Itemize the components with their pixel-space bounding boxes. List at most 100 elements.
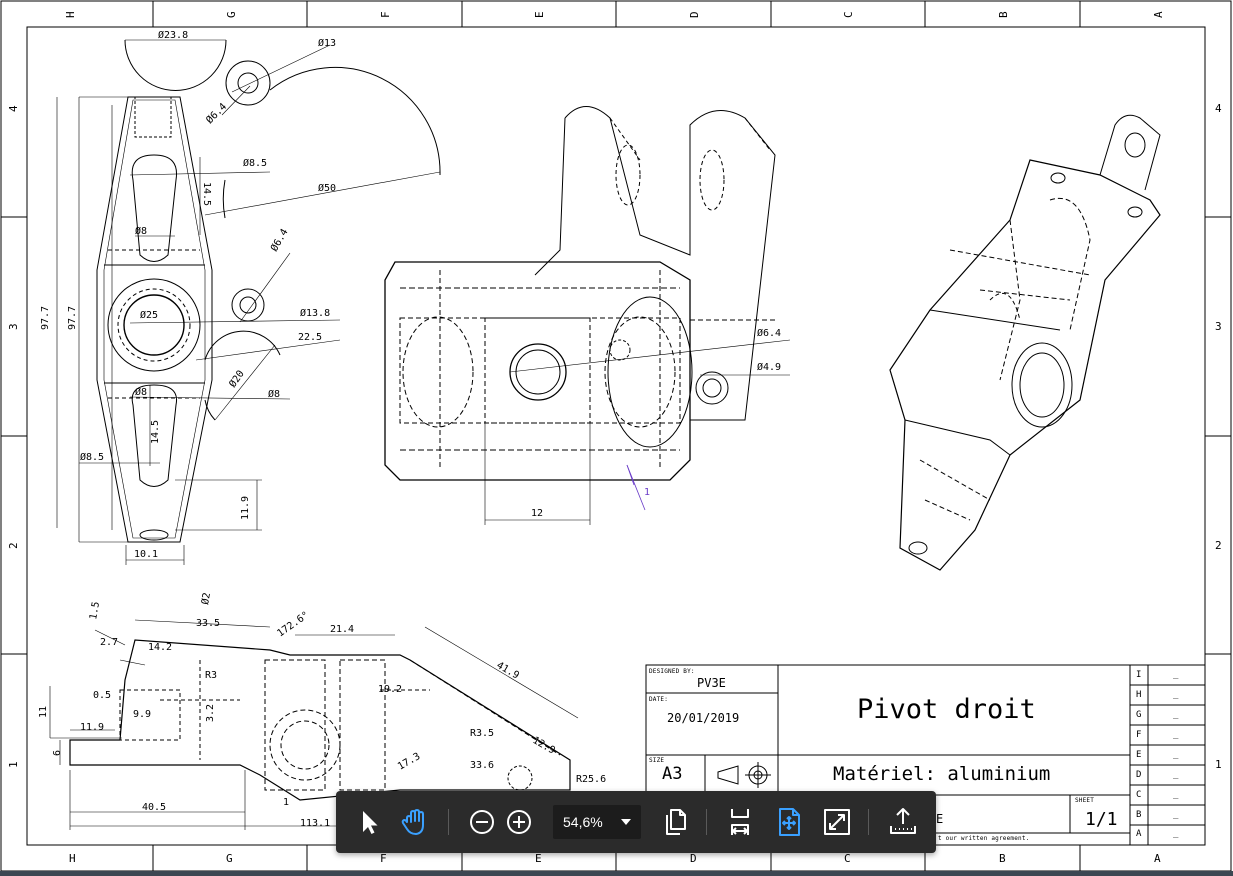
dim-d8-b: Ø8 [268, 388, 280, 400]
material-label: Matériel: aluminium [833, 763, 1051, 785]
zoom-level-dropdown[interactable]: 54,6% [553, 805, 641, 839]
share-button[interactable] [886, 805, 920, 839]
rev-letter-b: B [1136, 810, 1142, 820]
row-right-2: 2 [1215, 539, 1222, 552]
rev-letter-c: C [1136, 790, 1142, 800]
part-name-partial: E [936, 812, 944, 826]
col-bottom-h: H [69, 852, 76, 865]
top-view [56, 39, 441, 565]
rev-letter-f: F [1136, 730, 1142, 740]
col-bottom-f: F [380, 852, 387, 865]
row-left-3: 3 [7, 323, 20, 330]
dim-97-7-b: 97.7 [67, 306, 78, 330]
date-label: DATE: [649, 696, 669, 703]
dim-14-2: 14.2 [148, 642, 172, 653]
agreement-text: t our written agreement. [938, 835, 1030, 842]
front-view [384, 106, 791, 525]
dim-9-9: 9.9 [133, 709, 151, 720]
col-top-f: F [379, 11, 392, 18]
dim-21-4: 21.4 [330, 624, 354, 635]
page-view-button[interactable] [658, 805, 692, 839]
dim-10-1: 10.1 [134, 549, 158, 560]
dim-113-1: 113.1 [300, 818, 330, 829]
dim-11: 11 [38, 706, 49, 718]
chevron-down-icon [621, 819, 631, 825]
dim-r3-a: R3 [205, 670, 217, 681]
zoom-level-value: 54,6% [563, 814, 603, 830]
hand-icon [401, 809, 424, 835]
dim-6: 6 [52, 750, 63, 756]
designed-by-label: DESIGNED BY: [649, 668, 695, 675]
rev-letter-a: A [1136, 829, 1142, 839]
dim-d6-4-b: Ø6.4 [268, 227, 290, 254]
sheet-value: 1/1 [1085, 809, 1118, 830]
dim-angle-1: 1 [644, 487, 650, 498]
copy-pages-icon [666, 809, 686, 835]
rev-value-e: _ [1173, 750, 1179, 760]
dim-d8-5-a: Ø8.5 [243, 157, 267, 169]
drawing-sheet: H G F E D C B A H G F E D C B A 4 3 2 1 … [0, 0, 1232, 872]
dim-2-7: 2.7 [100, 637, 118, 648]
dim-d6-4-a: Ø6.4 [204, 101, 230, 127]
dim-d8-a: Ø8 [135, 225, 147, 237]
hand-tool-button[interactable] [398, 805, 432, 839]
zone-ticks [1, 1, 1231, 871]
col-top-g: G [225, 11, 238, 18]
share-icon [890, 808, 916, 834]
dim-d2: Ø2 [199, 592, 213, 606]
column-labels-top: H G F E D C B A [64, 11, 1165, 18]
dim-d23-8: Ø23.8 [158, 29, 188, 41]
toolbar-separator [706, 809, 707, 835]
projection-symbol-icon [717, 762, 771, 788]
dim-33-6: 33.6 [470, 760, 494, 771]
row-left-1: 1 [7, 761, 20, 768]
dim-3-2: 3.2 [205, 704, 216, 722]
column-labels-bottom: H G F E D C B A [69, 852, 1161, 865]
rev-value-a: _ [1173, 829, 1179, 839]
dim-d13-8: Ø13.8 [300, 307, 330, 319]
fit-width-button[interactable] [723, 805, 757, 839]
select-tool-button[interactable] [352, 805, 386, 839]
rev-letter-d: D [1136, 770, 1142, 780]
col-top-d: D [688, 11, 701, 18]
taskbar-edge [0, 871, 1233, 876]
rev-letter-g: G [1136, 710, 1142, 720]
dim-r25-6: R25.6 [576, 774, 606, 785]
dim-d20: Ø20 [227, 368, 247, 390]
rev-value-f: _ [1173, 730, 1179, 740]
dim-40-5: 40.5 [142, 802, 166, 813]
dim-11-9-side: 11.9 [80, 722, 104, 733]
col-top-a: A [1152, 11, 1165, 18]
size-label: SIZE [649, 757, 665, 764]
toolbar-separator [868, 809, 869, 835]
rev-value-h: _ [1173, 690, 1179, 700]
row-right-1: 1 [1215, 758, 1222, 771]
dim-r3-5: R3.5 [470, 728, 494, 739]
rev-value-g: _ [1173, 710, 1179, 720]
zoom-in-icon [507, 810, 531, 834]
fit-page-button[interactable] [772, 805, 806, 839]
col-bottom-e: E [535, 852, 542, 865]
col-bottom-g: G [226, 852, 233, 865]
rev-value-c: _ [1173, 790, 1179, 800]
rev-letter-i: I [1136, 670, 1142, 680]
dim-19-2: 19.2 [378, 684, 402, 695]
dim-17-3: 17.3 [396, 751, 422, 773]
row-right-3: 3 [1215, 320, 1222, 333]
fullscreen-button[interactable] [820, 805, 854, 839]
dim-d8-c: Ø8 [135, 386, 147, 398]
zoom-out-icon [470, 810, 494, 834]
rev-letter-e: E [1136, 750, 1142, 760]
col-top-b: B [997, 11, 1010, 18]
dim-d6-4-c: Ø6.4 [757, 327, 781, 339]
dim-0-5: 0.5 [93, 690, 111, 701]
dim-12: 12 [531, 508, 543, 519]
fit-width-icon [731, 809, 749, 835]
dim-22-5: 22.5 [298, 332, 322, 343]
rev-value-i: _ [1173, 670, 1179, 680]
sheet-label: SHEET [1075, 797, 1095, 804]
dim-d8-5-b: Ø8.5 [80, 451, 104, 463]
col-top-e: E [533, 11, 546, 18]
zoom-out-button[interactable] [465, 805, 499, 839]
zoom-in-button[interactable] [502, 805, 536, 839]
